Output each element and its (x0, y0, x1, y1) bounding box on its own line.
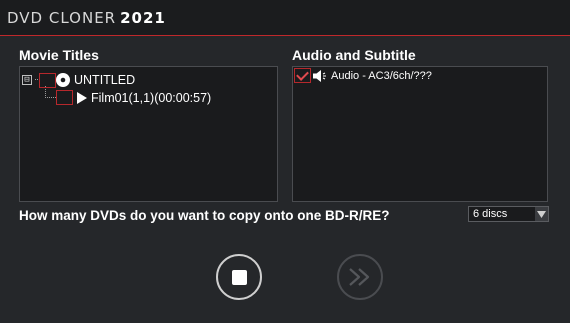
root-label: UNTITLED (74, 73, 136, 87)
play-icon (77, 91, 87, 104)
discs-question: How many DVDs do you want to copy onto o… (19, 208, 390, 223)
tree-row-root[interactable]: ⊟ UNTITLED (22, 72, 135, 88)
discs-per-bd-select[interactable]: 6 discs (468, 206, 549, 222)
chevron-down-icon[interactable] (535, 207, 548, 221)
speaker-icon (313, 69, 326, 82)
movie-titles-tree[interactable]: ⊟ UNTITLED Film01(1,1)(00:00:57) (19, 66, 278, 202)
movie-titles-heading: Movie Titles (19, 47, 99, 63)
audio-track-checkbox[interactable] (294, 68, 311, 83)
film-checkbox[interactable] (56, 90, 73, 105)
tree-row-film[interactable]: Film01(1,1)(00:00:57) (56, 90, 211, 105)
discs-select-value: 6 discs (473, 208, 508, 220)
app-name: DVD CLONER (7, 9, 117, 27)
audio-subtitle-heading: Audio and Subtitle (292, 47, 416, 63)
disc-icon (56, 73, 70, 87)
fast-forward-icon (349, 268, 370, 286)
title-bar: DVD CLONER 2021 (0, 0, 570, 36)
collapse-toggle[interactable]: ⊟ (22, 75, 32, 85)
app-title: DVD CLONER 2021 (7, 9, 166, 27)
audio-track-item[interactable]: Audio - AC3/6ch/??? (294, 68, 432, 83)
audio-track-label: Audio - AC3/6ch/??? (331, 69, 432, 82)
fast-forward-button[interactable] (337, 254, 383, 300)
audio-subtitle-list[interactable]: Audio - AC3/6ch/??? (292, 66, 548, 202)
root-checkbox[interactable] (39, 72, 56, 88)
stop-icon (231, 269, 247, 285)
app-year: 2021 (120, 9, 166, 27)
film-label: Film01(1,1)(00:00:57) (91, 90, 212, 105)
tree-connector (45, 97, 56, 98)
stop-button[interactable] (216, 254, 262, 300)
